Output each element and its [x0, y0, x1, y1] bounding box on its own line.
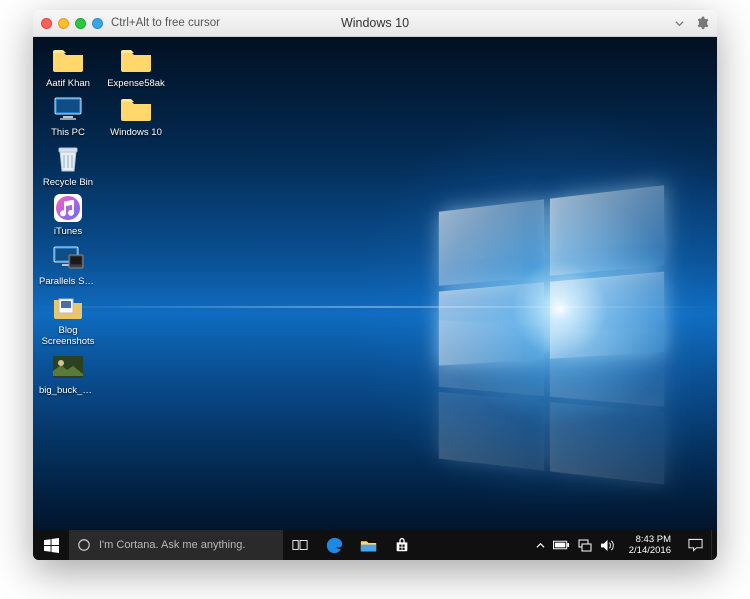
- titlebar-dropdown-button[interactable]: [674, 18, 685, 29]
- desktop-icon-label: Aatif Khan: [46, 79, 90, 89]
- desktop-icon-this-pc[interactable]: This PC: [41, 92, 95, 138]
- desktop-icon-expense-folder[interactable]: Expense58ak: [109, 43, 163, 89]
- parallels-share-icon: [51, 241, 85, 275]
- taskbar-pinned-apps: [283, 530, 419, 560]
- start-button[interactable]: [33, 530, 69, 560]
- edge-icon: [326, 537, 343, 554]
- taskbar-store-button[interactable]: [385, 530, 419, 560]
- window-controls: [41, 18, 103, 29]
- action-center-button[interactable]: [679, 530, 711, 560]
- close-window-button[interactable]: [41, 18, 52, 29]
- taskbar-file-explorer-button[interactable]: [351, 530, 385, 560]
- desktop-icon-parallels-share[interactable]: Parallels Share…: [41, 241, 95, 287]
- desktop-icon-label: Recycle Bin: [43, 178, 93, 188]
- tray-volume-icon[interactable]: [600, 539, 615, 552]
- tray-battery-icon[interactable]: [553, 540, 570, 550]
- desktop-icon-label: Expense58ak: [107, 79, 165, 89]
- clock-date: 2/14/2016: [629, 545, 671, 556]
- task-view-button[interactable]: [283, 530, 317, 560]
- system-tray: 8:43 PM 2/14/2016: [530, 530, 717, 560]
- folder-icon: [51, 43, 85, 77]
- show-desktop-button[interactable]: [711, 530, 717, 560]
- recycle-bin-icon: [51, 142, 85, 176]
- desktop-icon-blog-screenshots[interactable]: Blog Screenshots: [41, 290, 95, 347]
- cursor-release-hint: Ctrl+Alt to free cursor: [111, 17, 220, 29]
- chevron-up-icon: [536, 541, 545, 550]
- file-explorer-icon: [360, 538, 377, 553]
- desktop-icon-big-buck-bunny[interactable]: big_buck_b…: [41, 350, 95, 396]
- desktop-icon-itunes[interactable]: iTunes: [41, 191, 95, 237]
- taskbar-clock[interactable]: 8:43 PM 2/14/2016: [621, 534, 679, 557]
- cortana-search-input[interactable]: [99, 539, 275, 551]
- task-view-icon: [292, 538, 308, 552]
- desktop-icon-label: Parallels Share…: [39, 277, 97, 287]
- desktop-icon-label: big_buck_b…: [39, 386, 97, 396]
- wallpaper-logo-reflection: [439, 320, 664, 484]
- desktop-icon-windows10-folder[interactable]: Windows 10: [109, 92, 163, 138]
- desktop-icon-user-folder[interactable]: Aatif Khan: [41, 43, 95, 89]
- coherence-mode-button[interactable]: [92, 18, 103, 29]
- vm-settings-button[interactable]: [695, 16, 709, 30]
- folder-icon: [119, 43, 153, 77]
- windows-taskbar: 8:43 PM 2/14/2016: [33, 530, 717, 560]
- clock-time: 8:43 PM: [629, 534, 671, 545]
- desktop-icon-label: Windows 10: [110, 128, 162, 138]
- folder-icon: [119, 92, 153, 126]
- action-center-icon: [688, 538, 703, 552]
- tray-network-icon[interactable]: [578, 539, 592, 552]
- zoom-window-button[interactable]: [75, 18, 86, 29]
- mac-titlebar: Ctrl+Alt to free cursor Windows 10: [33, 10, 717, 37]
- desktop-icon-label: iTunes: [54, 227, 82, 237]
- desktop-icons-area: Aatif Khan Expense58ak This PC: [41, 43, 163, 397]
- folder-open-icon: [51, 290, 85, 324]
- taskbar-edge-button[interactable]: [317, 530, 351, 560]
- this-pc-icon: [51, 92, 85, 126]
- itunes-icon: [51, 191, 85, 225]
- tray-overflow-button[interactable]: [536, 541, 545, 550]
- windows-desktop[interactable]: Aatif Khan Expense58ak This PC: [33, 37, 717, 560]
- windows-logo-icon: [44, 538, 59, 553]
- parallels-vm-window: Ctrl+Alt to free cursor Windows 10: [33, 10, 717, 560]
- cortana-search-box[interactable]: [69, 530, 283, 560]
- desktop-icon-recycle-bin[interactable]: Recycle Bin: [41, 142, 95, 188]
- store-icon: [394, 537, 410, 553]
- video-thumbnail-icon: [51, 350, 85, 384]
- desktop-icon-label: Blog Screenshots: [41, 326, 95, 347]
- cortana-circle-icon: [77, 538, 91, 552]
- desktop-icon-label: This PC: [51, 128, 85, 138]
- minimize-window-button[interactable]: [58, 18, 69, 29]
